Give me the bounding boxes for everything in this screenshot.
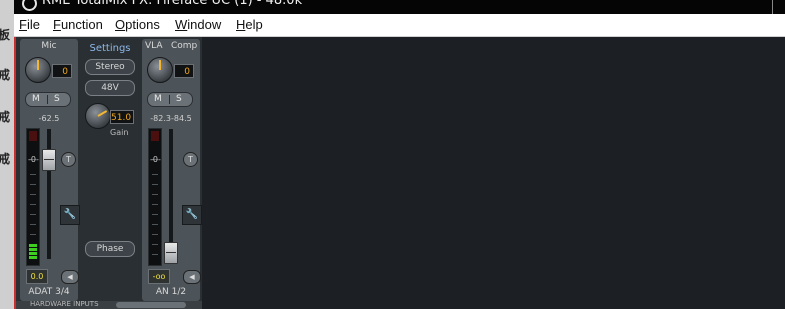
hardware-inputs-bar: HARDWARE INPUTS <box>16 300 202 309</box>
mute-button[interactable]: M <box>32 93 40 106</box>
volume-fader[interactable] <box>42 149 56 171</box>
level-readout: -62.5 <box>38 114 60 123</box>
scrollbar-thumb[interactable] <box>116 302 186 308</box>
mute-solo-buttons: M S <box>147 92 193 107</box>
zero-mark: -0- <box>150 155 161 164</box>
channel-name[interactable]: VLA <box>145 39 163 53</box>
phantom-48v-button[interactable]: 48V <box>85 80 135 96</box>
gain-value[interactable]: 0 <box>52 64 72 78</box>
background-char: 板 <box>0 28 11 42</box>
menu-help[interactable]: Help <box>236 17 263 32</box>
gain-knob[interactable] <box>25 57 51 83</box>
background-char: 戒 <box>0 152 11 166</box>
trim-button[interactable]: T <box>61 152 76 167</box>
zero-mark: -0- <box>28 155 39 164</box>
pan-left-icon[interactable]: ◀ <box>61 270 79 284</box>
menu-file[interactable]: File <box>19 17 40 32</box>
stereo-button[interactable]: Stereo <box>85 59 135 75</box>
gain-value[interactable]: 51.0 <box>110 110 134 124</box>
level-meter <box>26 128 40 266</box>
fader-track <box>169 129 173 259</box>
level-meter <box>148 128 162 266</box>
gain-knob[interactable] <box>147 57 173 83</box>
mute-solo-buttons: M S <box>25 92 71 107</box>
channel-footer[interactable]: ADAT 3/4 <box>20 287 78 297</box>
gain-label: Gain <box>110 128 129 137</box>
wrench-icon[interactable]: 🔧 <box>60 205 80 225</box>
channel-name[interactable]: Mic <box>20 39 78 53</box>
menu-bar: File Function Options Window Help <box>14 14 785 37</box>
level-readout: -82.3-84.5 <box>150 114 192 123</box>
background-app-edge: 板 戒 戒 戒 <box>0 0 14 309</box>
settings-title: Settings <box>89 43 131 54</box>
background-char: 戒 <box>0 68 11 82</box>
mute-button[interactable]: M <box>154 93 162 106</box>
window-control[interactable] <box>772 0 785 14</box>
settings-panel: Settings Stereo 48V 51.0 Gain Phase <box>82 39 138 301</box>
phase-button[interactable]: Phase <box>85 241 135 257</box>
menu-window[interactable]: Window <box>175 17 221 32</box>
background-char: 戒 <box>0 110 11 124</box>
mixer-panel: Mic 0 M S -62.5 -0- T 🔧 0.0 ◀ ADAT 3/4 S… <box>14 37 202 309</box>
channel-strip-vla: VLA Comp 0 M S -82.3-84.5 -0- T 🔧 -oo ◀ … <box>142 39 202 301</box>
wrench-icon[interactable]: 🔧 <box>182 205 202 225</box>
volume-fader[interactable] <box>164 242 178 264</box>
gain-knob[interactable] <box>85 103 111 129</box>
app-icon <box>22 0 37 11</box>
window-title: RME TotalMix FX: Fireface UC (1) - 48.0k <box>42 0 303 8</box>
menu-function[interactable]: Function <box>53 17 103 32</box>
gain-value[interactable]: 0 <box>174 64 194 78</box>
output-value[interactable]: -oo <box>148 269 170 284</box>
trim-button[interactable]: T <box>183 152 198 167</box>
solo-button[interactable]: S <box>54 93 60 106</box>
comp-label[interactable]: Comp <box>171 39 197 53</box>
channel-footer[interactable]: AN 1/2 <box>142 287 200 297</box>
output-value[interactable]: 0.0 <box>26 269 48 284</box>
pan-left-icon[interactable]: ◀ <box>183 270 201 284</box>
solo-button[interactable]: S <box>176 93 182 106</box>
menu-options[interactable]: Options <box>115 17 160 32</box>
channel-strip-mic: Mic 0 M S -62.5 -0- T 🔧 0.0 ◀ ADAT 3/4 <box>20 39 80 301</box>
hardware-inputs-label: HARDWARE INPUTS <box>30 300 99 308</box>
title-bar[interactable]: RME TotalMix FX: Fireface UC (1) - 48.0k <box>14 0 785 14</box>
